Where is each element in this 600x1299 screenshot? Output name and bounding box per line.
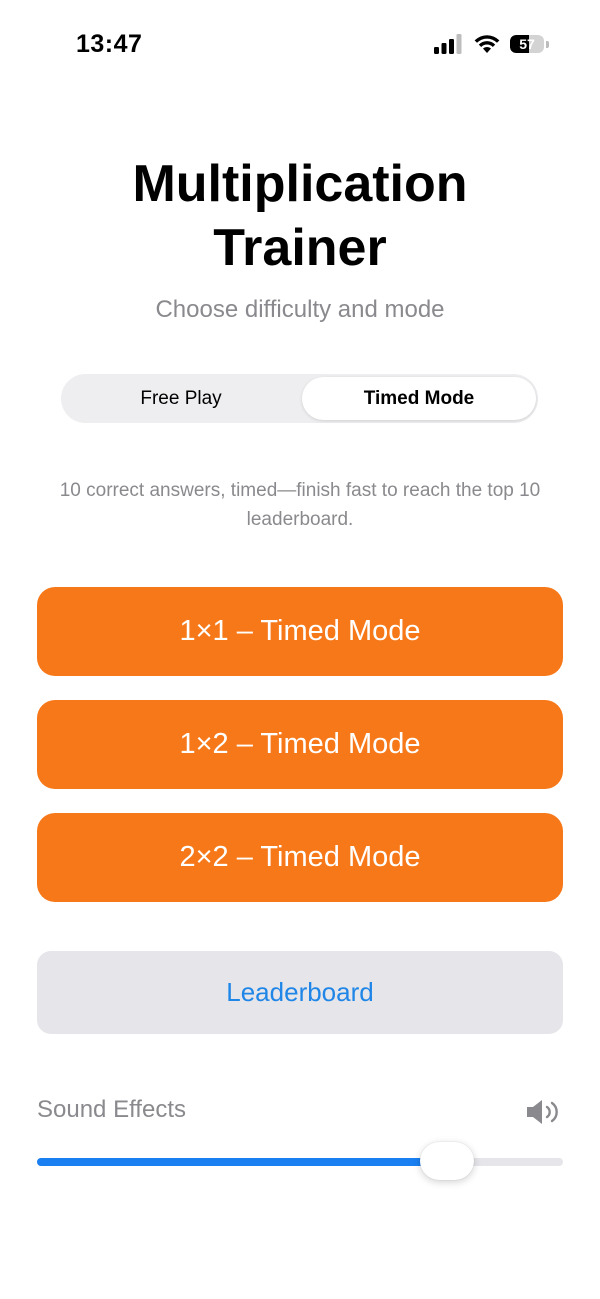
timed-1x2-button[interactable]: 1×2 – Timed Mode	[37, 700, 563, 789]
sound-volume-slider[interactable]	[37, 1140, 563, 1184]
page-subtitle: Choose difficulty and mode	[155, 296, 445, 323]
timed-2x2-button[interactable]: 2×2 – Timed Mode	[37, 813, 563, 902]
battery-level: 57	[519, 36, 535, 52]
title-line-1: Multiplication	[132, 155, 468, 213]
sound-effects-label: Sound Effects	[37, 1096, 186, 1123]
segment-free-play[interactable]: Free Play	[64, 377, 298, 420]
slider-fill	[37, 1158, 448, 1166]
segment-timed-mode[interactable]: Timed Mode	[302, 377, 536, 420]
battery-icon: 57	[510, 34, 550, 54]
leaderboard-button[interactable]: Leaderboard	[37, 951, 563, 1034]
mode-description: 10 correct answers, timed—finish fast to…	[59, 480, 541, 530]
status-bar: 13:47 57	[0, 0, 600, 90]
status-icons: 57	[434, 33, 550, 55]
timed-1x1-button[interactable]: 1×1 – Timed Mode	[37, 587, 563, 676]
slider-thumb[interactable]	[420, 1142, 475, 1180]
page-title: Multiplication Trainer	[0, 152, 600, 280]
title-line-2: Trainer	[213, 219, 387, 277]
status-time: 13:47	[76, 30, 143, 58]
mode-segmented-control: Free Play Timed Mode	[61, 374, 538, 423]
wifi-icon	[474, 35, 500, 53]
signal-icon	[434, 34, 462, 54]
speaker-volume-icon	[527, 1100, 558, 1124]
